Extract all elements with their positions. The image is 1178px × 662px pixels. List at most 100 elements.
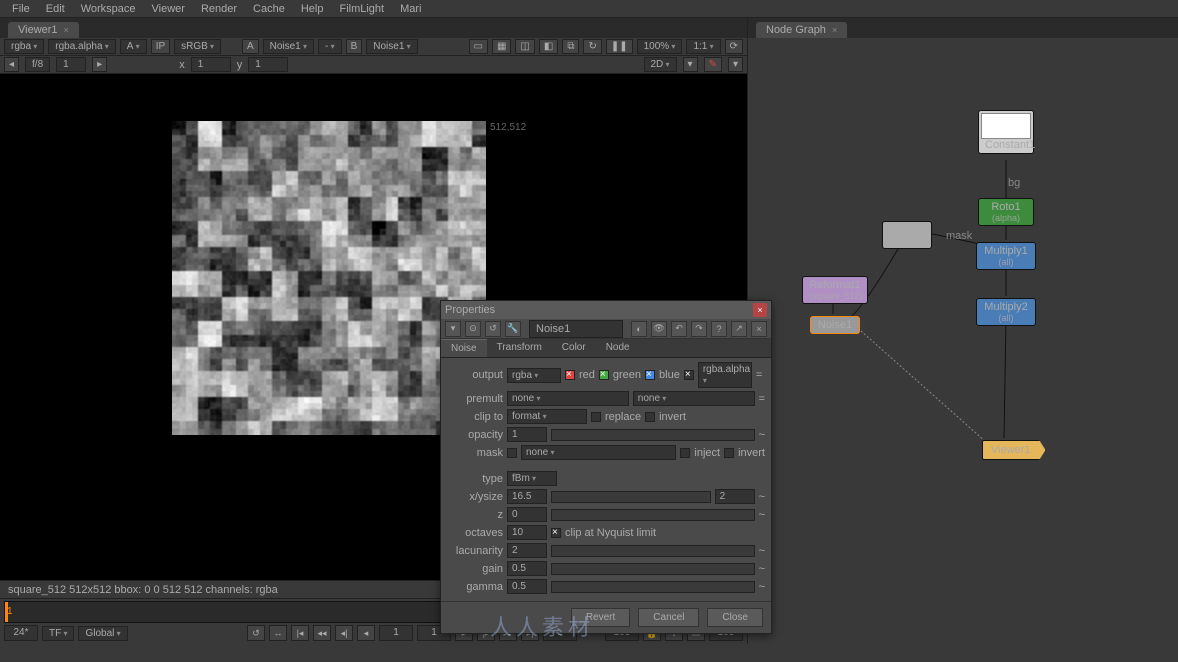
wrench-icon[interactable]: 🔧 — [505, 321, 521, 337]
close-node-icon[interactable]: × — [751, 321, 767, 337]
close-icon[interactable]: × — [64, 25, 69, 35]
mask-enable-check[interactable] — [507, 448, 517, 458]
bounce-icon[interactable]: ↔ — [269, 625, 287, 641]
mask-select[interactable]: none — [521, 445, 676, 460]
inject-check[interactable] — [680, 448, 690, 458]
properties-titlebar[interactable]: Properties × — [441, 301, 771, 319]
menu-filmlight[interactable]: FilmLight — [331, 1, 392, 17]
roi-icon[interactable]: ▭ — [469, 39, 488, 54]
lacunarity-field[interactable]: 2 — [507, 543, 547, 558]
z-slider[interactable] — [551, 509, 755, 521]
view-mode-select[interactable]: 2D — [644, 57, 677, 72]
refresh-icon[interactable]: ↻ — [583, 39, 601, 54]
channel-select[interactable]: rgba — [4, 39, 44, 54]
skip-start-icon[interactable]: |◂ — [291, 625, 309, 641]
play-back-icon[interactable]: ◂ — [357, 625, 375, 641]
buffer-a-button[interactable]: A — [242, 39, 259, 54]
close-button[interactable]: Close — [707, 608, 763, 627]
loop-icon[interactable]: ↺ — [247, 625, 265, 641]
type-select[interactable]: fBm — [507, 471, 557, 486]
view-opts-icon[interactable]: ▾ — [728, 57, 743, 72]
prev-key-icon[interactable]: ◂◂ — [313, 625, 331, 641]
menu-mari[interactable]: Mari — [392, 1, 429, 17]
lock-icon[interactable]: ✎ — [704, 57, 722, 72]
anim-icon[interactable]: ~ — [759, 563, 765, 575]
menu-help[interactable]: Help — [293, 1, 332, 17]
redo-icon[interactable]: ↷ — [691, 321, 707, 337]
node-multiply1[interactable]: Multiply1 (all) — [976, 242, 1036, 270]
replace-check[interactable] — [591, 412, 601, 422]
anim-icon[interactable]: ~ — [759, 581, 765, 593]
node-name-field[interactable]: Noise1 — [529, 320, 623, 338]
z-field[interactable]: 0 — [507, 507, 547, 522]
cancel-button[interactable]: Cancel — [638, 608, 699, 627]
restore-icon[interactable]: ↺ — [485, 321, 501, 337]
clip-icon[interactable]: ◧ — [539, 39, 558, 54]
node-constant1[interactable]: Constant1 — [978, 110, 1034, 154]
tab-node[interactable]: Node — [596, 339, 640, 357]
tab-viewer1[interactable]: Viewer1 × — [8, 22, 79, 38]
xysize-slider[interactable] — [551, 491, 711, 503]
gamma-field[interactable]: 0.5 — [507, 579, 547, 594]
prev-frame-icon[interactable]: ◂ — [4, 57, 19, 72]
fstop-field[interactable]: f/8 — [25, 57, 50, 72]
ratio-select[interactable]: 1:1 — [686, 39, 720, 54]
tab-transform[interactable]: Transform — [487, 339, 552, 357]
opacity-slider[interactable] — [551, 429, 755, 441]
overlay-icon[interactable]: ▦ — [492, 39, 511, 54]
show-icon[interactable]: 👁 — [651, 321, 667, 337]
y-field[interactable]: 1 — [248, 57, 288, 72]
green-check[interactable] — [599, 370, 609, 380]
menu-render[interactable]: Render — [193, 1, 245, 17]
lacunarity-slider[interactable] — [551, 545, 755, 557]
blue-check[interactable] — [645, 370, 655, 380]
premult-right-select[interactable]: none — [633, 391, 755, 406]
tab-noise[interactable]: Noise — [441, 339, 487, 357]
mask-invert-check[interactable] — [724, 448, 734, 458]
expand-icon[interactable]: = — [759, 393, 765, 405]
invert-check[interactable] — [645, 412, 655, 422]
zoom-select[interactable]: 100% — [637, 39, 683, 54]
anim-icon[interactable]: ~ — [759, 509, 765, 521]
tab-nodegraph[interactable]: Node Graph × — [756, 22, 847, 38]
node-viewer1[interactable]: Viewer1 — [982, 440, 1046, 460]
help-icon[interactable]: ? — [711, 321, 727, 337]
next-frame-icon[interactable]: ▸ — [92, 57, 107, 72]
input-b-select[interactable]: Noise1 — [366, 39, 417, 54]
xysize-span-field[interactable]: 2 — [715, 489, 755, 504]
pause-icon[interactable]: ❚❚ — [606, 39, 633, 54]
fval-field[interactable]: 1 — [56, 57, 86, 72]
properties-panel[interactable]: Properties × ▾ ⊙ ↺ 🔧 Noise1 ◐ 👁 ↶ ↷ ? ↗ … — [440, 300, 772, 634]
anim-icon[interactable]: ~ — [759, 491, 765, 503]
ip-button[interactable]: IP — [151, 39, 170, 54]
wipe-icon[interactable]: ◫ — [515, 39, 534, 54]
close-icon[interactable]: × — [753, 303, 767, 317]
scope-select[interactable]: Global — [78, 626, 127, 641]
anim-icon[interactable]: ~ — [759, 429, 765, 441]
clipto-select[interactable]: format — [507, 409, 587, 424]
colorspace-select[interactable]: sRGB — [174, 39, 221, 54]
menu-viewer[interactable]: Viewer — [144, 1, 193, 17]
fps-field[interactable]: 24* — [4, 625, 38, 641]
anim-icon[interactable]: ~ — [759, 545, 765, 557]
output-select[interactable]: rgba — [507, 368, 561, 383]
node-dilate1[interactable]: Dilate1 (all) — [882, 221, 932, 249]
revert-button[interactable]: Revert — [571, 608, 630, 627]
menu-workspace[interactable]: Workspace — [73, 1, 144, 17]
node-multiply2[interactable]: Multiply2 (all) — [976, 298, 1036, 326]
tab-color[interactable]: Color — [552, 339, 596, 357]
opacity-field[interactable]: 1 — [507, 427, 547, 442]
gain-slider[interactable] — [551, 563, 755, 575]
gamma-slider[interactable] — [551, 581, 755, 593]
buffer-b-button[interactable]: B — [346, 39, 363, 54]
menu-file[interactable]: File — [4, 1, 38, 17]
nodegraph-canvas[interactable]: bg mask Constant1 Roto1 (alpha) Dilate1 … — [748, 38, 1178, 644]
alpha-check[interactable] — [684, 370, 694, 380]
collapse-icon[interactable]: ▾ — [445, 321, 461, 337]
node-reformat1[interactable]: Reformat1 (square_512) — [802, 276, 868, 304]
undo-icon[interactable]: ↶ — [671, 321, 687, 337]
gain-field[interactable]: 0.5 — [507, 561, 547, 576]
input-a-select[interactable]: Noise1 — [263, 39, 314, 54]
reload-icon[interactable]: ⟳ — [725, 39, 743, 54]
proxy-icon[interactable]: ⧉ — [562, 39, 579, 54]
